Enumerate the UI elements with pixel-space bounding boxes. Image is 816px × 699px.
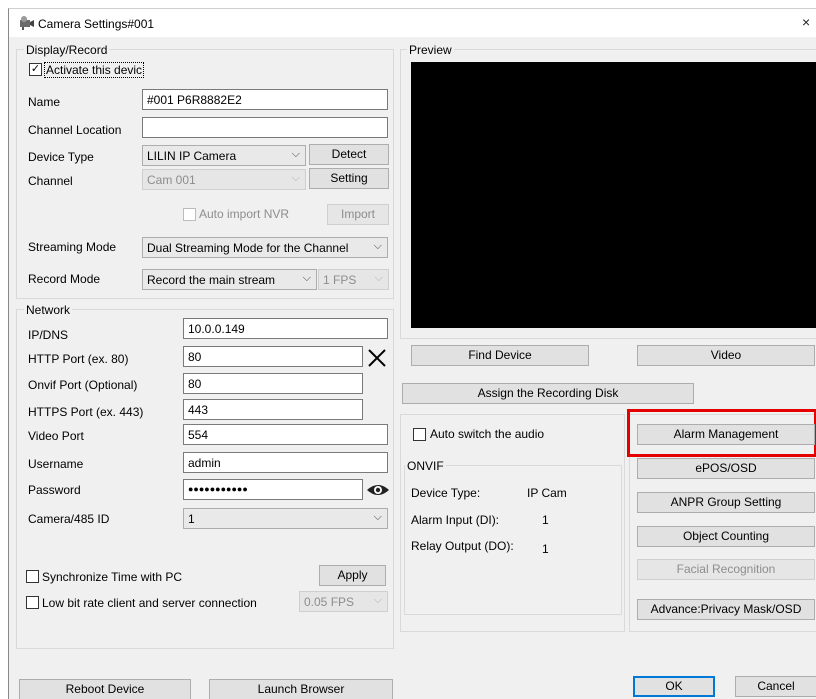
camera485-value: 1 — [188, 512, 195, 526]
name-label: Name — [28, 95, 61, 109]
auto-switch-audio-label: Auto switch the audio — [430, 427, 545, 441]
chevron-down-icon: ⌵ — [373, 511, 382, 523]
network-legend: Network — [24, 303, 73, 317]
camera485-select[interactable]: 1 ⌵ — [183, 508, 388, 529]
onvif-relay-output-label: Relay Output (DO): — [411, 539, 514, 553]
https-port-input[interactable]: 443 — [183, 399, 363, 420]
facial-recognition-button[interactable]: Facial Recognition — [637, 559, 815, 580]
setting-button[interactable]: Setting — [309, 168, 389, 189]
channel-label: Channel — [28, 174, 73, 188]
launch-browser-button[interactable]: Launch Browser — [209, 679, 393, 699]
onvif-relay-output-value: 1 — [542, 542, 549, 556]
camera-app-icon — [19, 15, 35, 31]
sync-time-label: Synchronize Time with PC — [42, 570, 183, 584]
chevron-down-icon: ⌵ — [373, 240, 382, 252]
preview-legend: Preview — [407, 43, 454, 57]
password-input[interactable]: ●●●●●●●●●●● — [183, 479, 363, 500]
reboot-device-button[interactable]: Reboot Device — [19, 679, 191, 699]
record-fps-value: 1 FPS — [323, 273, 357, 287]
password-label: Password — [28, 483, 81, 497]
http-port-input[interactable]: 80 — [183, 346, 363, 367]
username-label: Username — [28, 457, 84, 471]
camera-settings-window: Camera Settings#001 × Display/Record ✓ A… — [8, 8, 816, 699]
onvif-port-label: Onvif Port (Optional) — [28, 378, 138, 392]
eye-icon[interactable] — [366, 482, 390, 498]
display-record-legend: Display/Record — [24, 43, 110, 57]
record-mode-value: Record the main stream — [147, 273, 276, 287]
cancel-button[interactable]: Cancel — [735, 676, 816, 697]
device-type-value: LILIN IP Camera — [147, 149, 237, 163]
streaming-mode-label: Streaming Mode — [28, 240, 117, 254]
title-bar: Camera Settings#001 × — [9, 9, 816, 37]
video-port-input[interactable]: 554 — [183, 424, 388, 445]
chevron-down-icon: ⌵ — [302, 272, 311, 284]
chevron-down-icon: ⌵ — [373, 594, 382, 606]
assign-recording-disk-button[interactable]: Assign the Recording Disk — [402, 383, 694, 404]
epos-osd-button[interactable]: ePOS/OSD — [637, 458, 815, 479]
channel-location-input[interactable] — [142, 117, 388, 138]
advance-privacy-mask-button[interactable]: Advance:Privacy Mask/OSD — [637, 599, 815, 620]
record-fps-select[interactable]: 1 FPS ⌵ — [318, 269, 389, 290]
streaming-mode-value: Dual Streaming Mode for the Channel — [147, 241, 349, 255]
activate-device-checkbox[interactable]: ✓ — [29, 63, 42, 76]
chevron-down-icon: ⌵ — [291, 172, 300, 184]
http-port-label: HTTP Port (ex. 80) — [28, 352, 129, 366]
clear-x-icon[interactable] — [367, 348, 387, 368]
auto-import-nvr-label: Auto import NVR — [199, 207, 290, 221]
apply-button[interactable]: Apply — [319, 565, 386, 586]
auto-import-nvr-checkbox[interactable] — [183, 208, 196, 221]
alarm-management-button[interactable]: Alarm Management — [637, 424, 815, 445]
camera485-label: Camera/485 ID — [28, 512, 110, 526]
ipdns-label: IP/DNS — [28, 328, 69, 342]
low-bitrate-fps-value: 0.05 FPS — [304, 595, 355, 609]
detect-button[interactable]: Detect — [309, 144, 389, 165]
window-title: Camera Settings#001 — [38, 17, 155, 31]
low-bitrate-checkbox[interactable] — [26, 596, 39, 609]
channel-select[interactable]: Cam 001 ⌵ — [142, 169, 306, 190]
onvif-port-input[interactable]: 80 — [183, 373, 363, 394]
onvif-legend: ONVIF — [405, 459, 446, 473]
onvif-device-type-value: IP Cam — [527, 486, 567, 500]
https-port-label: HTTPS Port (ex. 443) — [28, 405, 144, 419]
preview-video-area — [411, 62, 816, 328]
video-port-label: Video Port — [28, 429, 84, 443]
device-type-select[interactable]: LILIN IP Camera ⌵ — [142, 145, 306, 166]
chevron-down-icon: ⌵ — [374, 272, 383, 284]
import-button[interactable]: Import — [327, 204, 389, 225]
onvif-alarm-input-value: 1 — [542, 513, 549, 527]
channel-value: Cam 001 — [147, 173, 196, 187]
device-type-label: Device Type — [28, 150, 94, 164]
activate-device-label: Activate this devic — [44, 62, 145, 78]
object-counting-button[interactable]: Object Counting — [637, 526, 815, 547]
find-device-button[interactable]: Find Device — [411, 345, 589, 366]
username-input[interactable]: admin — [183, 452, 388, 473]
video-button[interactable]: Video — [637, 345, 815, 366]
onvif-device-type-label: Device Type: — [411, 486, 481, 500]
ipdns-input[interactable]: 10.0.0.149 — [183, 318, 388, 339]
record-mode-label: Record Mode — [28, 272, 101, 286]
auto-switch-audio-checkbox[interactable] — [413, 428, 426, 441]
low-bitrate-label: Low bit rate client and server connectio… — [42, 596, 257, 610]
sync-time-checkbox[interactable] — [26, 570, 39, 583]
streaming-mode-select[interactable]: Dual Streaming Mode for the Channel ⌵ — [142, 237, 388, 258]
channel-location-label: Channel Location — [28, 123, 122, 137]
low-bitrate-fps-select[interactable]: 0.05 FPS ⌵ — [299, 591, 388, 612]
name-input[interactable]: #001 P6R8882E2 — [142, 89, 388, 110]
ok-button[interactable]: OK — [633, 676, 715, 697]
anpr-group-setting-button[interactable]: ANPR Group Setting — [637, 492, 815, 513]
chevron-down-icon: ⌵ — [291, 148, 300, 160]
close-icon[interactable]: × — [802, 14, 810, 30]
onvif-alarm-input-label: Alarm Input (DI): — [411, 513, 500, 527]
record-mode-select[interactable]: Record the main stream ⌵ — [142, 269, 317, 290]
